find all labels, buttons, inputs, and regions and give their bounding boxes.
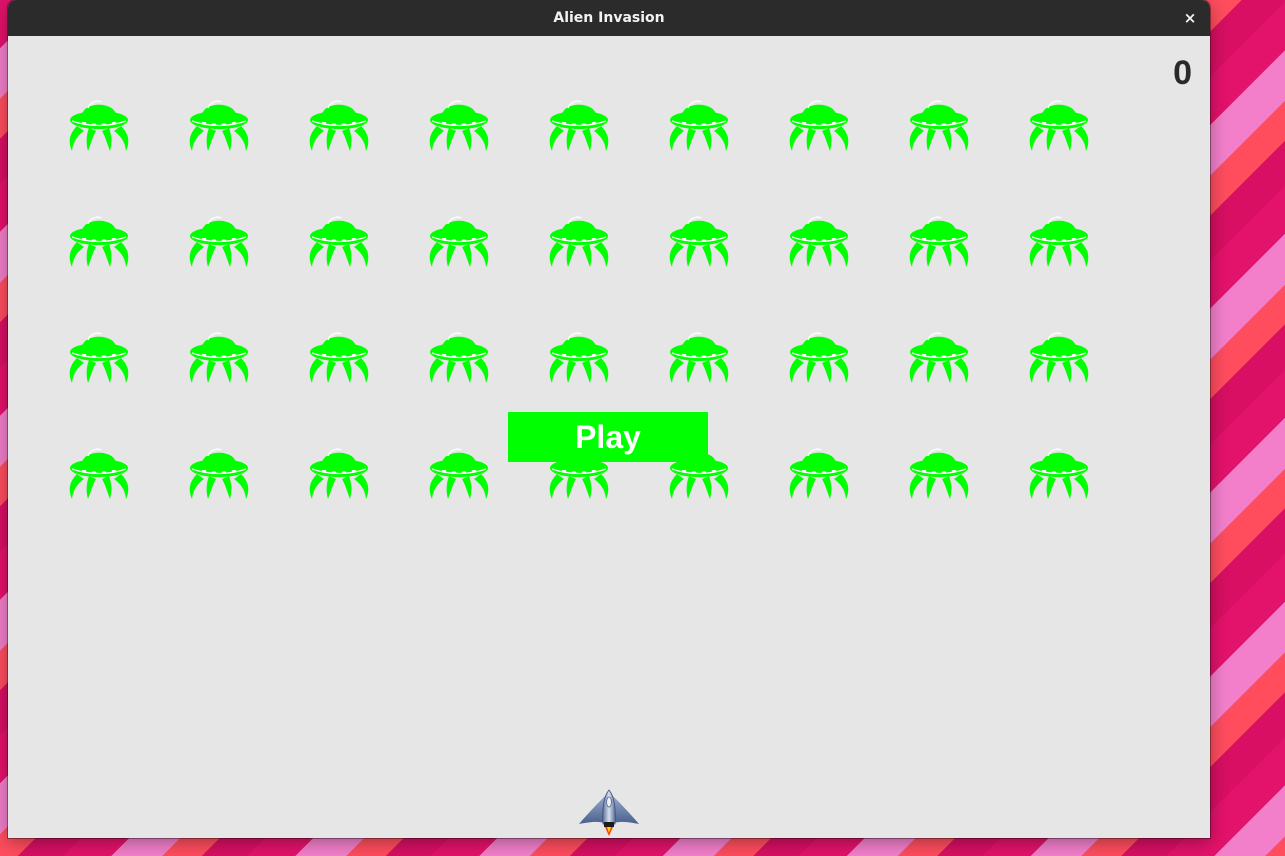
alien-ufo-icon [909,216,969,267]
title-bar[interactable]: Alien Invasion × [8,0,1210,36]
alien-ufo-icon [909,100,969,151]
alien-ufo-icon [429,332,489,383]
alien-ufo-icon [669,216,729,267]
alien-ufo-icon [909,448,969,499]
close-icon[interactable]: × [1178,6,1202,30]
alien-ufo-icon [789,100,849,151]
alien-ufo-icon [1029,216,1089,267]
alien-ufo-icon [69,448,129,499]
alien-ufo-icon [309,100,369,151]
score-display: 0 [1173,54,1192,92]
alien-ufo-icon [789,448,849,499]
alien-ufo-icon [549,100,609,151]
alien-ufo-icon [309,332,369,383]
alien-ufo-icon [69,332,129,383]
alien-ufo-icon [429,100,489,151]
alien-ufo-icon [1029,448,1089,499]
alien-ufo-icon [309,448,369,499]
alien-ufo-icon [69,216,129,267]
alien-ufo-icon [549,216,609,267]
alien-ufo-icon [789,332,849,383]
alien-ufo-icon [549,332,609,383]
alien-ufo-icon [909,332,969,383]
alien-ufo-icon [669,332,729,383]
alien-ufo-icon [69,100,129,151]
alien-ufo-icon [429,448,489,499]
alien-ufo-icon [1029,100,1089,151]
game-window: Alien Invasion × 0 Play [8,0,1210,838]
game-canvas[interactable]: 0 Play [8,36,1210,838]
alien-ufo-icon [189,100,249,151]
play-button[interactable]: Play [508,412,708,462]
alien-ufo-icon [1029,332,1089,383]
alien-ufo-icon [189,216,249,267]
rocket-ship-icon [579,789,639,836]
alien-ufo-icon [789,216,849,267]
alien-ufo-icon [189,332,249,383]
alien-ufo-icon [189,448,249,499]
alien-ufo-icon [309,216,369,267]
alien-ufo-icon [429,216,489,267]
window-title: Alien Invasion [553,10,665,26]
alien-ufo-icon [669,100,729,151]
